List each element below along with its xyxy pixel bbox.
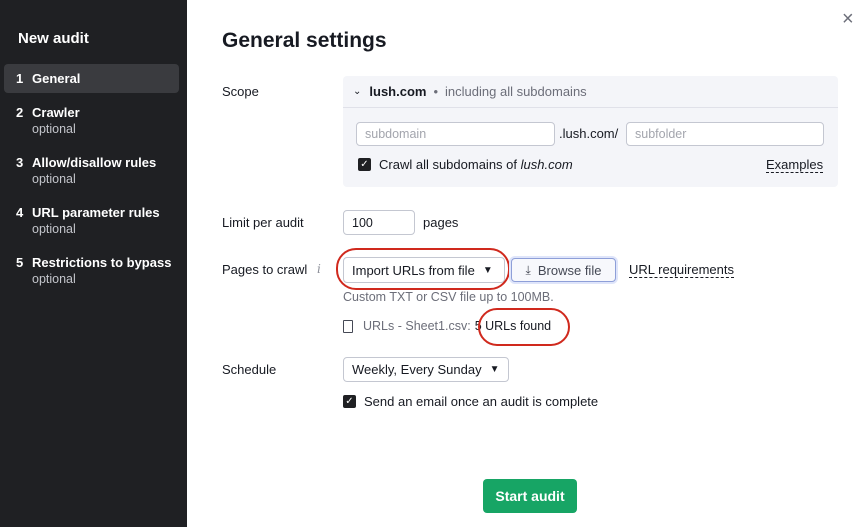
limit-input[interactable]: 100 <box>343 210 415 235</box>
page-title: General settings <box>222 29 387 52</box>
step-number: 5 <box>16 255 24 270</box>
step-label: Restrictions to bypass <box>32 255 172 270</box>
crawl-all-label: Crawl all subdomains of <box>379 157 521 172</box>
chevron-down-icon: ▼ <box>489 364 500 375</box>
step-label: Crawler <box>32 105 80 120</box>
email-checkbox-label: Send an email once an audit is complete <box>364 394 599 409</box>
step-number: 3 <box>16 155 24 170</box>
step-optional: optional <box>32 122 76 136</box>
separator-dot: • <box>433 84 439 99</box>
browse-file-label: Browse file <box>537 262 602 278</box>
subdomain-input[interactable]: subdomain <box>356 122 555 146</box>
step-restrictions-to-bypass[interactable]: 5 Restrictions to bypass optional <box>4 248 179 294</box>
subfolder-input[interactable]: subfolder <box>626 122 824 146</box>
step-number: 1 <box>16 71 24 86</box>
limit-label: Limit per audit <box>222 215 304 230</box>
info-icon[interactable]: i <box>317 262 321 276</box>
divider <box>343 107 838 108</box>
checkbox-checked-icon[interactable]: ✓ <box>343 395 356 408</box>
sidebar: New audit 1 General 2 Crawler optional 3 Al… <box>0 0 187 527</box>
crawl-all-domain: lush.com <box>520 157 573 172</box>
scope-panel: ⌄ lush.com • including all subdomains su… <box>343 76 838 187</box>
limit-unit: pages <box>423 215 459 230</box>
schedule-value: Weekly, Every Sunday <box>352 362 482 377</box>
start-audit-button[interactable]: Start audit <box>483 479 577 513</box>
pages-source-value: Import URLs from file <box>352 262 475 278</box>
download-icon: ⤓ <box>525 262 531 277</box>
file-icon <box>343 319 353 333</box>
uploaded-file: URLs - Sheet1.csv: 5 URLs found <box>343 319 551 333</box>
step-label: General <box>32 71 81 86</box>
scope-domain: lush.com <box>369 84 427 99</box>
step-allow-disallow-rules[interactable]: 3 Allow/disallow rules optional <box>4 148 179 194</box>
pages-source-select[interactable]: Import URLs from file ▼ <box>343 257 505 283</box>
checkbox-checked-icon[interactable]: ✓ <box>358 158 371 171</box>
sidebar-title: New audit <box>18 30 89 47</box>
step-crawler[interactable]: 2 Crawler optional <box>4 98 179 144</box>
crawl-all-subdomains-checkbox[interactable]: ✓ Crawl all subdomains of lush.com <box>358 157 573 172</box>
step-number: 2 <box>16 105 24 120</box>
pages-to-crawl-label: Pages to crawl <box>222 262 308 277</box>
urls-found-count: 5 URLs found <box>474 319 552 333</box>
step-general[interactable]: 1 General <box>4 64 179 93</box>
domain-separator-text: .lush.com/ <box>559 126 619 141</box>
step-optional: optional <box>32 272 76 286</box>
schedule-select[interactable]: Weekly, Every Sunday ▼ <box>343 357 509 382</box>
step-number: 4 <box>16 205 24 220</box>
scope-header[interactable]: ⌄ lush.com • including all subdomains <box>353 84 587 99</box>
step-url-parameter-rules[interactable]: 4 URL parameter rules optional <box>4 198 179 244</box>
scope-label: Scope <box>222 84 259 99</box>
browse-file-button[interactable]: ⤓ Browse file <box>511 258 616 282</box>
step-label: Allow/disallow rules <box>32 155 157 170</box>
examples-link[interactable]: Examples <box>766 157 824 173</box>
url-requirements-link[interactable]: URL requirements <box>629 262 735 278</box>
file-name: URLs - Sheet1.csv: <box>363 319 471 333</box>
scope-note: including all subdomains <box>445 84 587 99</box>
step-optional: optional <box>32 222 76 236</box>
schedule-label: Schedule <box>222 362 277 377</box>
chevron-down-icon: ▼ <box>482 264 493 276</box>
email-checkbox[interactable]: ✓ Send an email once an audit is complet… <box>343 394 598 409</box>
chevron-down-icon[interactable]: ⌄ <box>353 86 361 97</box>
step-label: URL parameter rules <box>32 205 160 220</box>
close-icon[interactable]: × <box>842 8 854 31</box>
upload-hint: Custom TXT or CSV file up to 100MB. <box>343 290 554 304</box>
step-optional: optional <box>32 172 76 186</box>
